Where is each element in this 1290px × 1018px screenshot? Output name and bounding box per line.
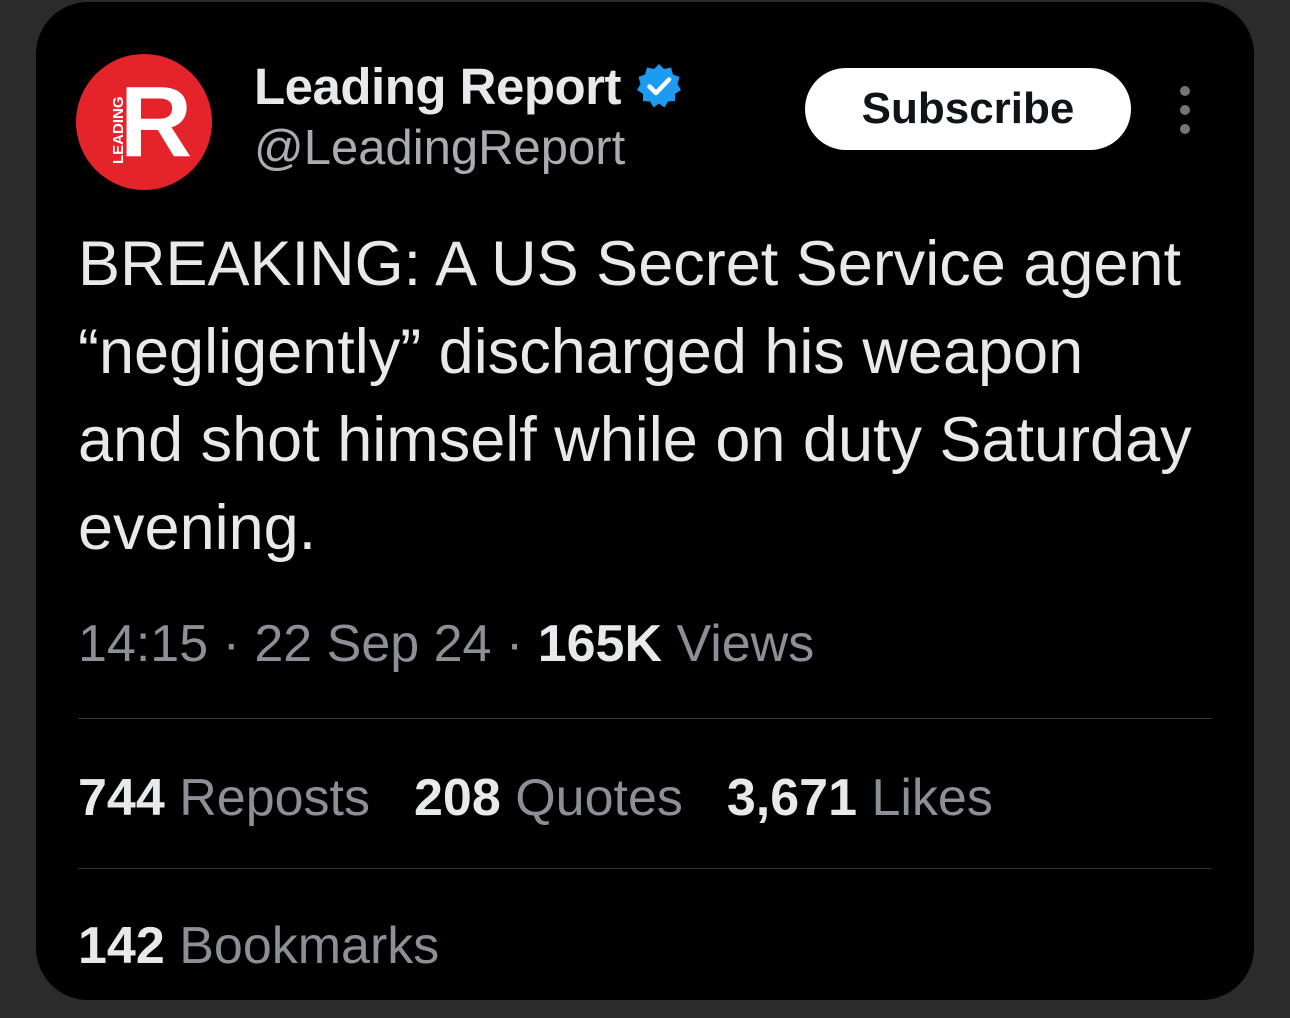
views-count: 165K [537,615,662,673]
likes-stat[interactable]: 3,671 Likes [727,768,993,828]
subscribe-button[interactable]: Subscribe [805,68,1131,150]
author-name-row: Leading Report [254,57,683,116]
author-name[interactable]: Leading Report [254,57,622,116]
bookmarks-label: Bookmarks [179,917,440,975]
quotes-stat[interactable]: 208 Quotes [414,768,683,828]
reposts-label: Reposts [179,769,370,827]
more-options-icon[interactable] [1170,86,1200,134]
reposts-stat[interactable]: 744 Reposts [78,768,370,828]
quotes-count: 208 [413,769,501,827]
tweet-time[interactable]: 14:15 [78,615,208,673]
verified-badge-icon [635,62,683,110]
tweet-text: BREAKING: A US Secret Service agent “neg… [78,229,1192,563]
svg-text:R: R [120,66,192,178]
engagement-stats: 744 Reposts 208 Quotes 3,671 Likes [78,768,1037,828]
reposts-count: 744 [78,769,165,827]
likes-label: Likes [871,769,993,827]
tweet-date[interactable]: 22 Sep 24 [254,615,491,673]
meta-separator: · [222,615,255,673]
bookmarks-stat[interactable]: 142 Bookmarks [78,916,439,976]
divider [78,868,1212,869]
leading-report-logo: R LEADING [76,54,212,190]
divider [78,718,1212,719]
meta-separator: · [505,615,538,673]
likes-count: 3,671 [726,769,857,827]
bookmarks-count: 142 [78,917,165,975]
views-label: Views [676,615,815,673]
svg-text:LEADING: LEADING [110,97,127,165]
avatar[interactable]: R LEADING [76,54,212,190]
author-handle[interactable]: @LeadingReport [254,120,625,176]
tweet-card: R LEADING Leading Report @LeadingReport … [36,2,1254,1000]
quotes-label: Quotes [515,769,683,827]
tweet-meta: 14:15 · 22 Sep 24 · 165K Views [78,614,814,674]
